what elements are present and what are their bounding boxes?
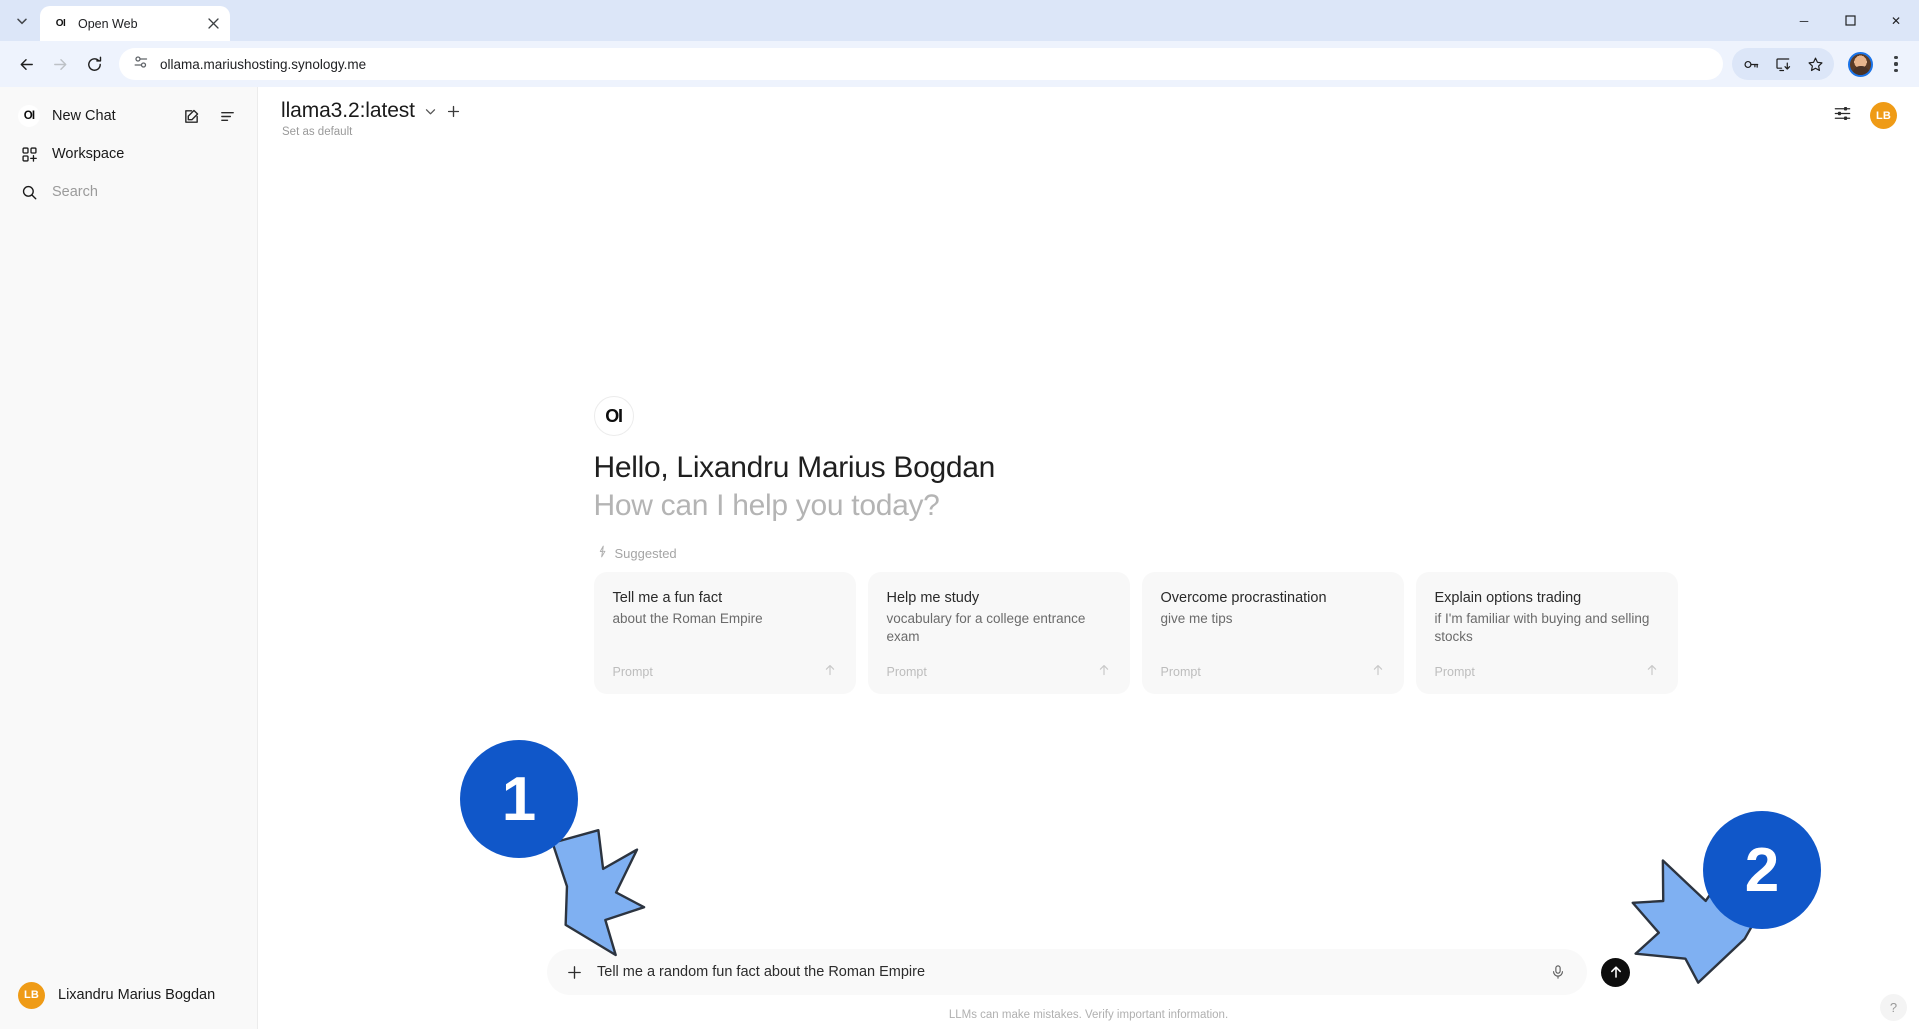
tab-favicon-icon: OI xyxy=(52,15,69,32)
help-prompt-text: How can I help you today? xyxy=(593,488,940,522)
chat-history-list xyxy=(0,211,257,973)
browser-tab[interactable]: OI Open Web xyxy=(40,6,230,41)
sidebar-item-new-chat[interactable]: OI New Chat xyxy=(10,97,247,135)
back-arrow-icon[interactable] xyxy=(10,48,42,80)
avatar: LB xyxy=(18,981,45,1009)
maximize-icon[interactable] xyxy=(1827,0,1873,41)
tab-strip: OI Open Web ─ ✕ xyxy=(0,0,1919,41)
sidebar-user-name: Lixandru Marius Bogdan xyxy=(58,987,216,1003)
forward-arrow-icon[interactable] xyxy=(44,48,76,80)
arrow-up-icon xyxy=(1371,663,1385,680)
arrow-up-icon xyxy=(823,663,837,680)
card-prompt-label: Prompt xyxy=(1160,664,1201,679)
card-title: Overcome procrastination xyxy=(1160,590,1327,606)
set-as-default-link[interactable]: Set as default xyxy=(282,126,461,138)
send-button[interactable] xyxy=(1601,957,1630,987)
card-subtitle: vocabulary for a college entrance exam xyxy=(886,610,1086,644)
search-placeholder: Search xyxy=(52,184,98,200)
suggestion-cards: Tell me a fun fact about the Roman Empir… xyxy=(593,572,1678,694)
model-selector-wrap: llama3.2:latest Set as default xyxy=(281,99,461,138)
toolbar-action-pill xyxy=(1732,48,1834,80)
disclaimer-text: LLMs can make mistakes. Verify important… xyxy=(948,1009,1229,1021)
sidebar-item-label: Workspace xyxy=(52,146,125,162)
browser-window: OI Open Web ─ ✕ ollama.mariushosting.syn… xyxy=(0,0,1919,1029)
browser-profile-avatar[interactable] xyxy=(1848,51,1873,77)
suggestion-card[interactable]: Explain options trading if I'm familiar … xyxy=(1415,572,1678,694)
open-webui-app: OI New Chat Workspace Search LB Lixandru… xyxy=(0,87,1919,1029)
window-controls: ─ ✕ xyxy=(1781,0,1919,41)
sidebar-user-profile[interactable]: LB Lixandru Marius Bogdan xyxy=(10,973,247,1017)
toolbar-actions xyxy=(1732,48,1909,80)
workspace-grid-icon xyxy=(18,146,40,163)
browser-toolbar: ollama.mariushosting.synology.me xyxy=(0,41,1919,87)
card-subtitle: if I'm familiar with buying and selling … xyxy=(1434,610,1650,644)
minimize-icon[interactable]: ─ xyxy=(1781,0,1827,41)
sidebar-item-label: New Chat xyxy=(52,108,116,124)
install-app-icon[interactable] xyxy=(1768,49,1798,79)
new-chat-edit-icon[interactable] xyxy=(179,104,203,128)
welcome-block: OI Hello, Lixandru Marius Bogdan How can… xyxy=(593,396,1678,694)
tab-title: Open Web xyxy=(78,16,138,31)
card-prompt-label: Prompt xyxy=(612,664,653,679)
sidebar: OI New Chat Workspace Search LB Lixandru… xyxy=(0,87,258,1029)
password-key-icon[interactable] xyxy=(1736,49,1766,79)
plus-icon[interactable] xyxy=(446,104,461,119)
reload-icon[interactable] xyxy=(78,48,110,80)
greeting-text: Hello, Lixandru Marius Bogdan xyxy=(593,451,996,484)
chat-area: OI Hello, Lixandru Marius Bogdan How can… xyxy=(258,145,1919,1029)
sparkle-icon xyxy=(596,545,609,561)
openwebui-brand-icon: OI xyxy=(593,396,634,436)
help-button[interactable]: ? xyxy=(1880,994,1907,1021)
card-prompt-label: Prompt xyxy=(1434,664,1475,679)
search-input[interactable]: Search xyxy=(10,173,247,211)
message-input-value: Tell me a random fun fact about the Roma… xyxy=(597,964,926,980)
header-actions: LB xyxy=(1833,99,1897,129)
sidebar-item-workspace[interactable]: Workspace xyxy=(10,135,247,173)
card-title: Explain options trading xyxy=(1434,590,1582,606)
model-name: llama3.2:latest xyxy=(281,99,415,122)
suggested-section-label: Suggested xyxy=(596,545,1584,561)
arrow-up-icon xyxy=(1097,663,1111,680)
suggested-label-text: Suggested xyxy=(614,545,677,561)
site-settings-icon[interactable] xyxy=(133,54,149,75)
openwebui-logo-icon: OI xyxy=(18,105,40,127)
url-text: ollama.mariushosting.synology.me xyxy=(160,56,367,72)
sliders-controls-icon[interactable] xyxy=(1833,104,1852,128)
model-selector[interactable]: llama3.2:latest xyxy=(281,99,461,123)
card-footer: Prompt xyxy=(613,663,837,680)
card-footer: Prompt xyxy=(1435,663,1659,680)
bookmark-star-icon[interactable] xyxy=(1800,49,1830,79)
main-panel: llama3.2:latest Set as default LB OI Hel… xyxy=(258,87,1919,1029)
close-window-icon[interactable]: ✕ xyxy=(1873,0,1919,41)
chat-header: llama3.2:latest Set as default LB xyxy=(258,87,1919,145)
card-title: Tell me a fun fact xyxy=(612,590,723,606)
composer-area: Tell me a random fun fact about the Roma… xyxy=(258,949,1919,1029)
search-icon xyxy=(18,184,40,201)
header-user-avatar[interactable]: LB xyxy=(1870,102,1897,129)
close-icon[interactable] xyxy=(204,15,222,33)
address-bar[interactable]: ollama.mariushosting.synology.me xyxy=(119,48,1723,80)
card-title: Help me study xyxy=(886,590,980,606)
chevron-down-icon[interactable] xyxy=(424,105,437,118)
sidebar-toggle-icon[interactable] xyxy=(215,104,239,128)
card-subtitle: give me tips xyxy=(1160,610,1233,626)
tab-search-chevron-down-icon[interactable] xyxy=(4,4,40,38)
arrow-up-icon xyxy=(1645,663,1659,680)
microphone-icon[interactable] xyxy=(1545,959,1571,985)
card-footer: Prompt xyxy=(1161,663,1385,680)
attach-plus-icon[interactable] xyxy=(561,959,587,985)
three-dot-menu-icon[interactable] xyxy=(1883,48,1909,80)
suggestion-card[interactable]: Tell me a fun fact about the Roman Empir… xyxy=(593,572,856,694)
card-subtitle: about the Roman Empire xyxy=(612,610,763,626)
card-prompt-label: Prompt xyxy=(886,664,927,679)
suggestion-card[interactable]: Overcome procrastination give me tips Pr… xyxy=(1141,572,1404,694)
message-input[interactable]: Tell me a random fun fact about the Roma… xyxy=(547,949,1587,995)
suggestion-card[interactable]: Help me study vocabulary for a college e… xyxy=(867,572,1130,694)
card-footer: Prompt xyxy=(887,663,1111,680)
